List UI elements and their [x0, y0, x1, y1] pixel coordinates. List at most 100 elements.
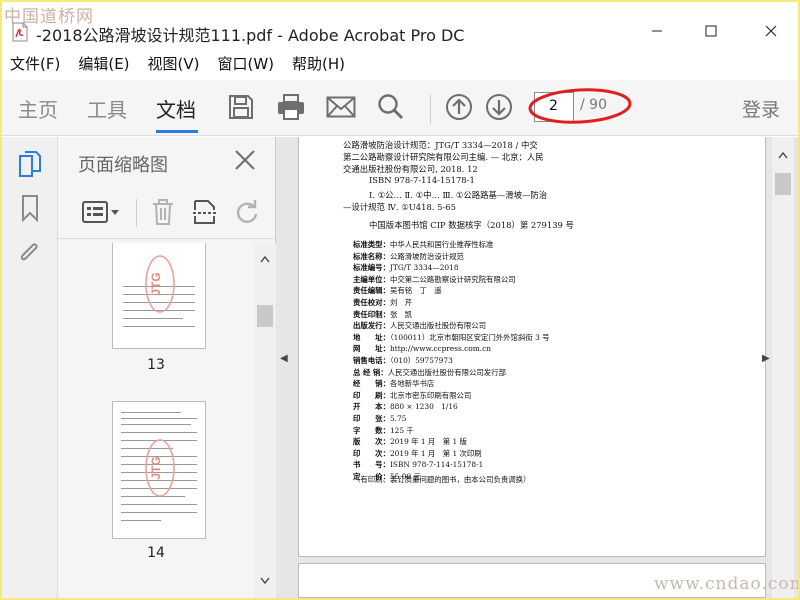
next-page-button[interactable] [482, 90, 516, 124]
jtg-stamp-icon: JTG [145, 255, 175, 313]
collapse-right-panel-icon[interactable]: ▶ [762, 353, 770, 364]
detail-row: 标准名称：公路滑坡防治设计规范 [353, 251, 464, 262]
detail-label: 印 张： [353, 414, 390, 423]
mail-icon [326, 96, 356, 118]
cip-line: 中国版本图书馆 CIP 数据核字（2018）第 279139 号 [369, 220, 574, 230]
scrollbar-thumb[interactable] [775, 173, 791, 195]
detail-value: 880 × 1230 1/16 [389, 402, 458, 412]
close-button[interactable] [748, 16, 794, 46]
window-title: -2018公路滑坡设计规范111.pdf - Adobe Acrobat Pro… [36, 26, 465, 45]
detail-row: 经 销：各地新华书店 [353, 378, 434, 389]
attachments-button[interactable] [16, 237, 44, 267]
close-icon [235, 150, 255, 170]
scrollbar-thumb[interactable] [257, 305, 273, 327]
close-panel-button[interactable] [232, 147, 258, 173]
document-scrollbar[interactable] [772, 137, 794, 598]
detail-row: 印 刷：北京市密东印刷有限公司 [353, 390, 471, 401]
save-icon [229, 95, 253, 119]
detail-value: 各地新华书店 [389, 379, 435, 389]
detail-value: 吴有铭 丁 遥 [389, 286, 442, 296]
svg-text:JTG: JTG [149, 456, 163, 479]
menu-view[interactable]: 视图(V) [148, 53, 200, 74]
thumbnail-page-14[interactable]: JTG [112, 401, 206, 539]
menu-window[interactable]: 窗口(W) [218, 53, 275, 74]
thumbnail-page-13[interactable]: JTG [112, 243, 206, 349]
detail-value: 125 千 [389, 425, 414, 435]
previous-page-button[interactable] [442, 90, 476, 124]
detail-value: 中华人民共和国行业推荐性标准 [389, 240, 494, 249]
delete-page-button[interactable] [148, 197, 178, 227]
detail-value: 张 凯 [389, 309, 413, 319]
tab-home[interactable]: 主页 [18, 94, 58, 123]
detail-value: JTG/T 3334—2018 [389, 263, 459, 273]
close-icon [765, 25, 777, 37]
scroll-up-icon [260, 255, 270, 263]
minimize-button[interactable] [634, 16, 680, 46]
detail-value: 刘 芹 [389, 298, 413, 307]
detail-value: （010）59757973 [389, 356, 453, 365]
login-button[interactable]: 登录 [742, 95, 780, 122]
detail-row: 销售电话：（010）59757973 [353, 355, 453, 366]
detail-row: 出版发行：人民交通出版社股份有限公司 [353, 320, 486, 331]
search-button[interactable] [374, 90, 408, 124]
detail-value: 北京市密东印刷有限公司 [389, 390, 472, 400]
detail-row: 标准类型：中华人民共和国行业推荐性标准 [353, 239, 493, 250]
red-annotation-ellipse [528, 88, 632, 124]
detail-label: 销售电话： [353, 356, 390, 365]
detail-label: 书 号： [353, 460, 390, 470]
extract-page-button[interactable] [190, 197, 220, 227]
detail-label: 网 址： [353, 344, 390, 354]
cip-line: 公路滑坡防治设计规范：JTG/T 3334—2018 / 中交 [343, 140, 538, 150]
thumbnail-options-button[interactable] [80, 197, 122, 227]
detail-row: 书 号：ISBN 978-7-114-15178-1 [353, 459, 483, 470]
scroll-up-icon [778, 151, 788, 159]
cip-line: Ⅰ. ①公… Ⅱ. ①中… Ⅲ. ①公路路基—滑坡—防治 [369, 190, 548, 200]
detail-label: 字 数： [353, 425, 390, 435]
menu-file[interactable]: 文件(F) [10, 53, 60, 74]
arrow-up-icon [446, 94, 472, 120]
detail-row: 网 址：http://www.ccpress.com.cn [353, 343, 491, 354]
save-button[interactable] [224, 90, 258, 124]
detail-label: 出版发行： [353, 321, 390, 331]
detail-value: 公路滑坡防治设计规范 [389, 251, 464, 261]
detail-label: 总 经 销： [353, 367, 388, 377]
detail-label: 责任校对： [353, 298, 390, 307]
print-icon [278, 94, 304, 120]
detail-label: 责任印制： [353, 309, 390, 319]
tab-tools[interactable]: 工具 [87, 94, 127, 123]
rotate-page-button[interactable] [232, 197, 262, 227]
title-bar: 中国道桥网 -2018公路滑坡设计规范111.pdf - Adobe Acrob… [2, 2, 798, 48]
maximize-icon [705, 25, 717, 37]
detail-row: 标准编号：JTG/T 3334—2018 [353, 262, 459, 273]
detail-value: 2019 年 1 月 第 1 版 [389, 437, 467, 447]
tab-document[interactable]: 文档 [156, 94, 196, 123]
detail-label: 标准编号： [353, 263, 390, 273]
arrow-down-icon [486, 94, 512, 120]
thumbnails-panel: 页面缩略图 JTG 13 JTG 14 [58, 137, 276, 598]
detail-value: （100011）北京市朝阳区安定门外外馆斜街 3 号 [389, 332, 550, 342]
bookmarks-button[interactable] [16, 193, 44, 223]
page-thumbnails-button[interactable] [16, 149, 44, 179]
thumbnail-list: JTG 13 JTG 14 [58, 243, 254, 598]
tools-separator [136, 199, 137, 227]
menu-bar: 文件(F) 编辑(E) 视图(V) 窗口(W) 帮助(H) [2, 50, 798, 76]
cip-line: 交通出版社股份有限公司, 2018. 12 [343, 164, 478, 174]
detail-row: 责任印制：张 凯 [353, 309, 412, 320]
print-button[interactable] [274, 90, 308, 124]
detail-value: 2019 年 1 月 第 1 次印刷 [389, 448, 482, 458]
email-button[interactable] [324, 90, 358, 124]
detail-row: 字 数：125 千 [353, 425, 414, 436]
thumbnail-scrollbar[interactable] [254, 243, 276, 598]
menu-help[interactable]: 帮助(H) [292, 53, 345, 74]
cip-line: 第二公路勘察设计研究院有限公司主编. — 北京：人民 [343, 152, 544, 162]
bookmark-icon [22, 195, 38, 222]
menu-edit[interactable]: 编辑(E) [78, 53, 129, 74]
collapse-left-panel-icon[interactable]: ◀ [280, 353, 288, 364]
extract-icon [193, 200, 217, 224]
detail-row: 开 本：880 × 1230 1/16 [353, 401, 458, 412]
detail-row: 总 经 销：人民交通出版社股份有限公司发行部 [353, 367, 506, 378]
detail-row: 印 张：5.75 [353, 413, 406, 424]
main-toolbar: 主页 工具 文档 2 / 90 登录 [2, 80, 798, 136]
maximize-button[interactable] [688, 16, 734, 46]
detail-row: 地 址：（100011）北京市朝阳区安定门外外馆斜街 3 号 [353, 332, 550, 343]
